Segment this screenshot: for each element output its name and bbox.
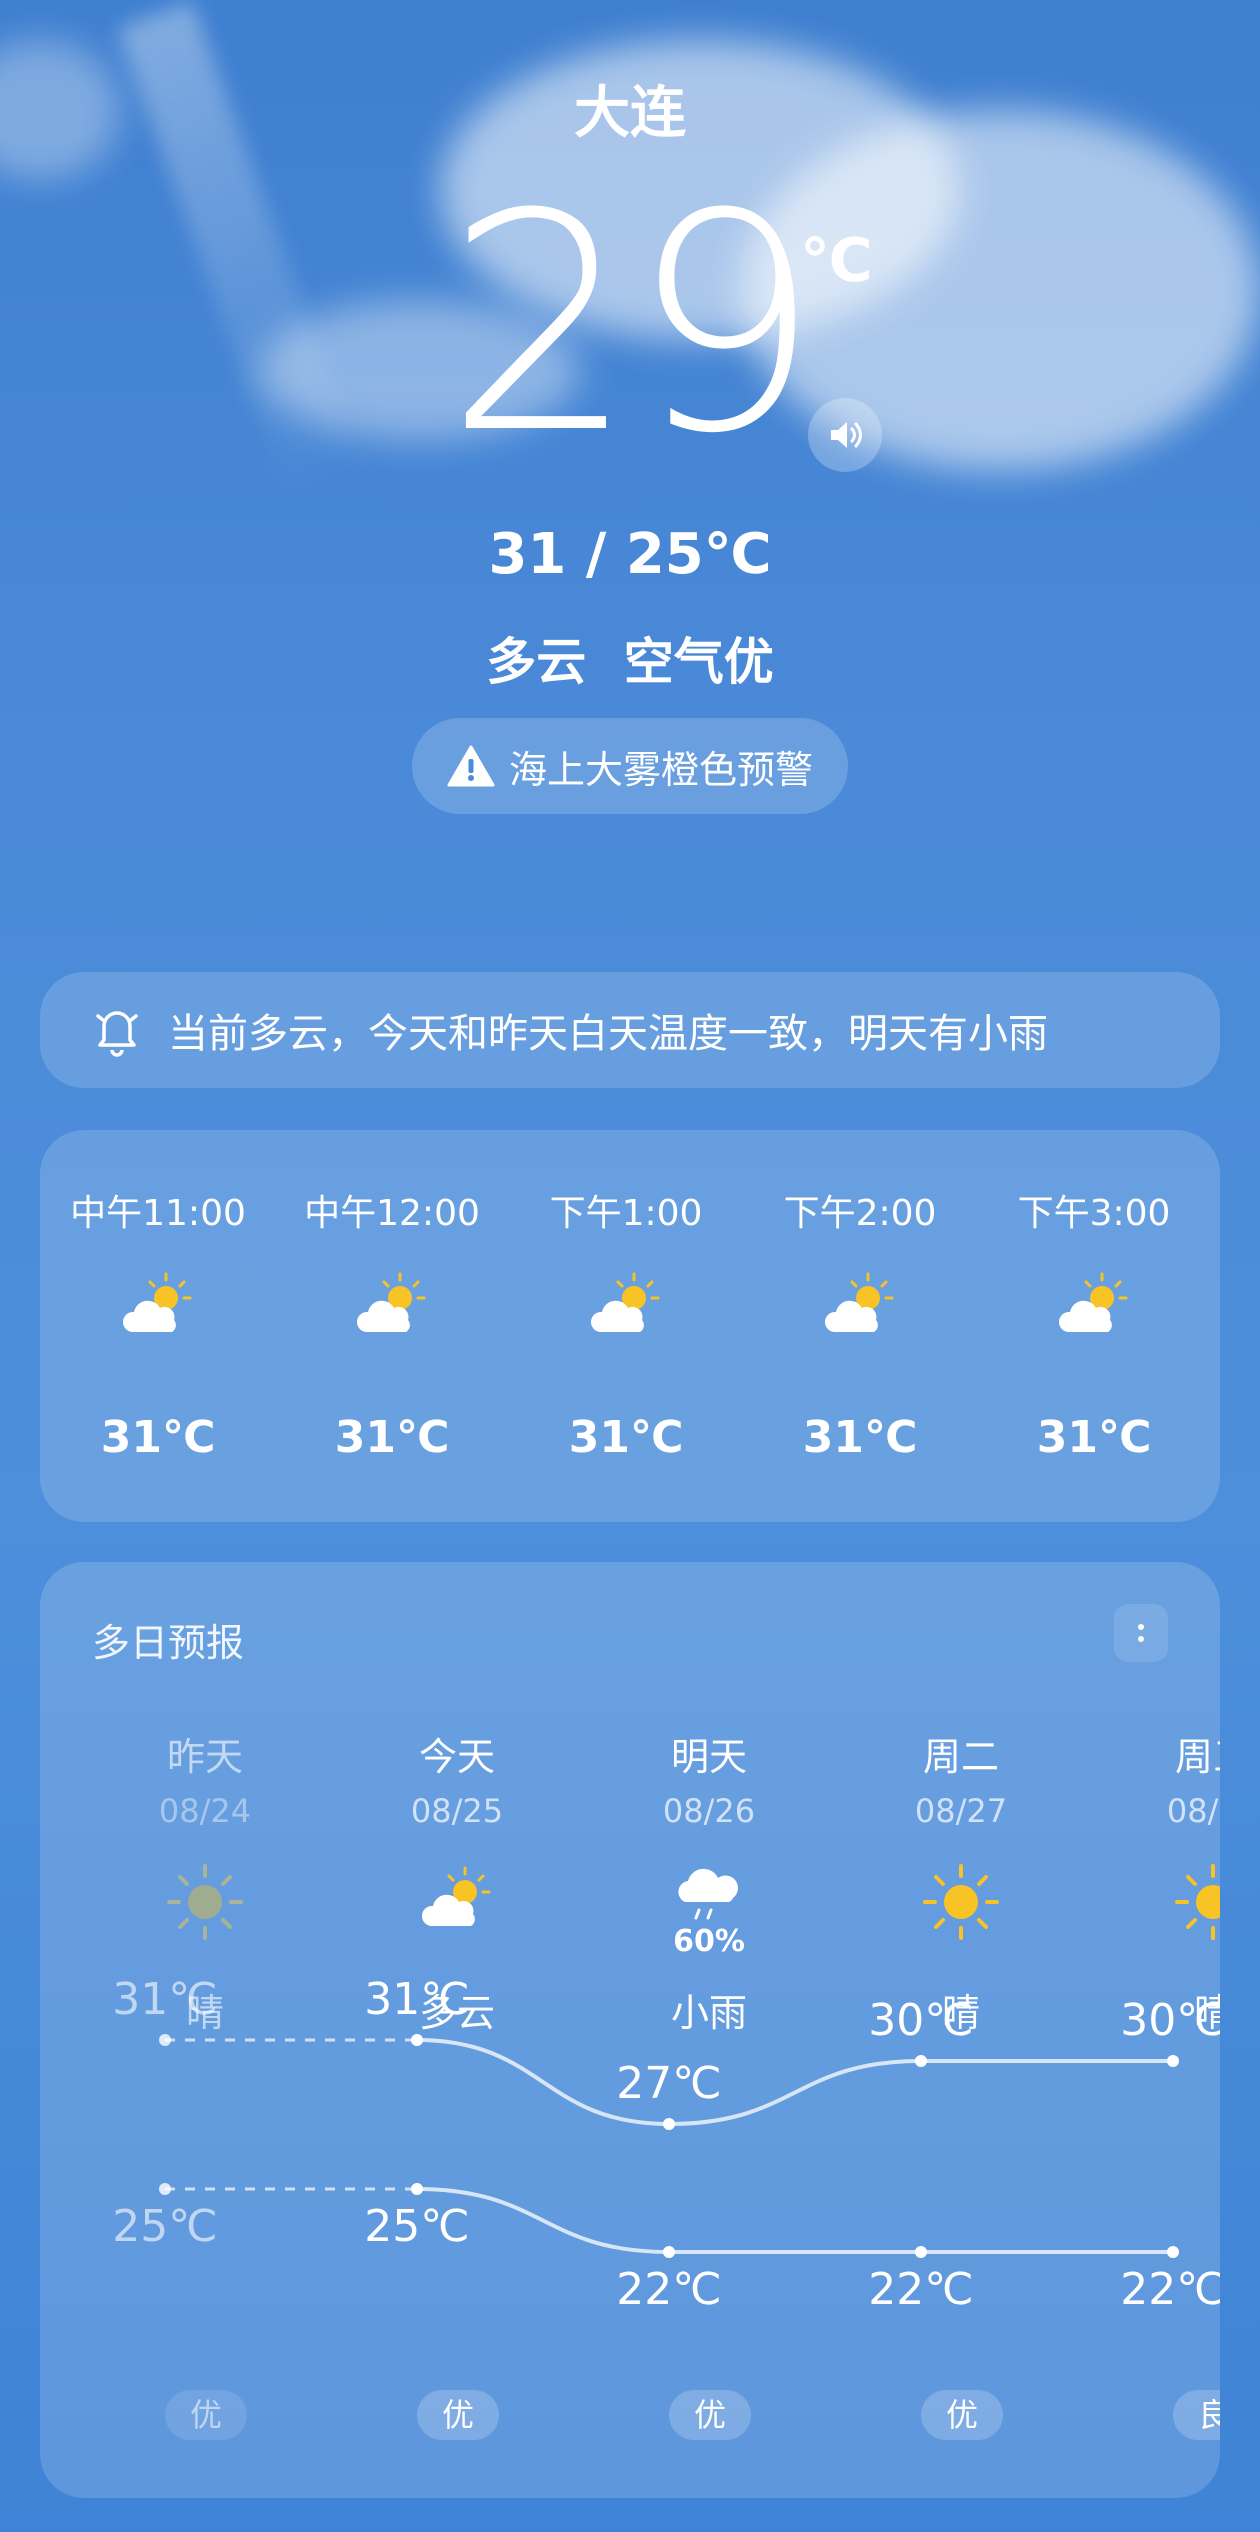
temperature-label: 22℃ xyxy=(868,2264,974,2315)
warning-icon xyxy=(447,745,495,787)
speaker-icon xyxy=(831,422,862,448)
hour-temp: 31℃ xyxy=(802,1412,918,1463)
hour-time: 下午2:00 xyxy=(783,1193,937,1234)
temperature-label: 25℃ xyxy=(112,2201,218,2252)
hour-time: 中午12:00 xyxy=(304,1193,480,1234)
weather-warning-badge[interactable]: 海上大雾橙色预警 xyxy=(412,718,848,814)
warning-text: 海上大雾橙色预警 xyxy=(508,747,813,792)
hour-temp: 31℃ xyxy=(568,1412,684,1463)
air-quality[interactable]: 空气优 xyxy=(624,633,774,691)
temperature-label: 31℃ xyxy=(112,1974,218,2025)
hourly-forecast[interactable]: 中午11:00 31℃ 中午12:00 31℃ 下午1:00 31℃ 下午2:0… xyxy=(40,1130,1220,1522)
temperature-range: 31 / 25℃ xyxy=(488,522,772,587)
tip-text: 当前多云，今天和昨天白天温度一致，明天有小雨 xyxy=(168,1011,1048,1057)
city-name: 大连 xyxy=(574,81,686,146)
temperature-unit: ℃ xyxy=(800,226,873,296)
temperature-label: 22℃ xyxy=(1120,2264,1220,2315)
temperature-label: 25℃ xyxy=(364,2201,470,2252)
hour-temp: 31℃ xyxy=(1036,1412,1152,1463)
high-temp-point xyxy=(159,2034,171,2046)
hour-temp: 31℃ xyxy=(334,1412,450,1463)
weather-condition: 多云 xyxy=(486,633,587,691)
low-temp-point xyxy=(915,2246,927,2258)
hour-time: 中午11:00 xyxy=(70,1193,246,1234)
bell-icon xyxy=(96,1011,138,1057)
low-temp-point xyxy=(411,2183,423,2195)
high-temp-point xyxy=(915,2055,927,2067)
partly-cloudy-icon xyxy=(590,1272,660,1332)
temperature-label: 27℃ xyxy=(616,2058,722,2109)
condition-line: 多云 空气优 xyxy=(0,622,1260,694)
temperature-label: 31℃ xyxy=(364,1974,470,2025)
high-temp-point xyxy=(411,2034,423,2046)
temperature-label: 30℃ xyxy=(1120,1995,1220,2046)
temperature-trend-chart xyxy=(159,2034,1179,2258)
high-temp-line xyxy=(416,2038,1173,2127)
weather-tip-banner[interactable]: 当前多云，今天和昨天白天温度一致，明天有小雨 xyxy=(40,972,1220,1088)
multi-day-forecast[interactable]: 多日预报 昨天 08/24 晴 优 今天 08/25 多云 优 明天 08/26… xyxy=(40,1562,1220,2498)
low-temp-line xyxy=(416,2187,1173,2254)
partly-cloudy-icon xyxy=(356,1272,426,1332)
partly-cloudy-icon xyxy=(122,1272,192,1332)
hour-temp: 31℃ xyxy=(100,1412,216,1463)
low-temp-point xyxy=(1167,2246,1179,2258)
hour-time: 下午3:00 xyxy=(1017,1193,1171,1234)
hour-time: 下午1:00 xyxy=(549,1193,703,1234)
high-temp-point xyxy=(1167,2055,1179,2067)
partly-cloudy-icon xyxy=(824,1272,894,1332)
partly-cloudy-icon xyxy=(1058,1272,1128,1332)
current-temperature: 29 xyxy=(445,150,821,499)
high-temp-point xyxy=(663,2118,675,2130)
voice-broadcast-button[interactable] xyxy=(808,398,882,472)
low-temp-point xyxy=(159,2183,171,2195)
temperature-label: 30℃ xyxy=(868,1995,974,2046)
temperature-label: 22℃ xyxy=(616,2264,722,2315)
low-temp-point xyxy=(663,2246,675,2258)
